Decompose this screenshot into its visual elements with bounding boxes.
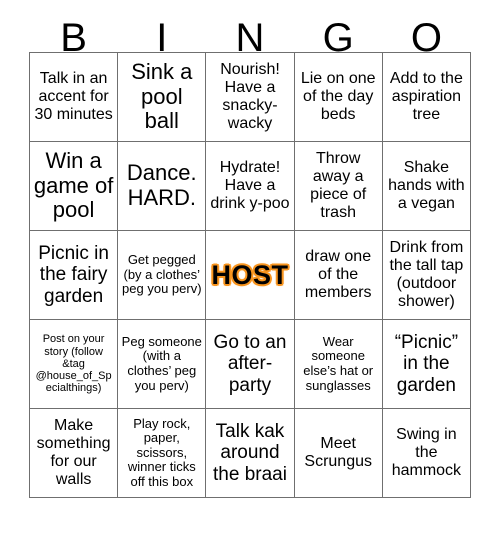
bingo-header-letter-o: O [410,16,442,60]
bingo-cell[interactable]: Lie on one of the day beds [294,53,383,142]
bingo-cell[interactable]: Wear someone else’s hat or sunglasses [294,320,383,409]
bingo-cell[interactable]: Hydrate! Have a drink y-poo [206,142,295,231]
bingo-cell-label: Win a game of pool [33,148,114,223]
bingo-cell[interactable]: Talk in an accent for 30 minutes [30,53,119,142]
bingo-cell[interactable]: Dance. HARD. [118,142,207,231]
bingo-cell[interactable]: draw one of the members [294,231,383,320]
bingo-free-space-cell[interactable]: HOST [206,231,295,320]
bingo-cell-label: Lie on one of the day beds [300,70,376,123]
bingo-cell[interactable]: Win a game of pool [30,142,119,231]
bingo-header: B I N G O [30,0,471,58]
bingo-card: B I N G O Talk in an accent for 30 minut… [0,0,500,544]
bingo-cell-label: Play rock, paper, scissors, winner ticks… [127,415,196,489]
bingo-header-letter-n: N [235,16,265,60]
bingo-cell[interactable]: “Picnic” in the garden [382,320,471,409]
bingo-cell-label: Drink from the tall tap (outdoor shower) [389,239,464,310]
bingo-cell-label: Get pegged (by a clothes’ peg you perv) [122,252,202,297]
bingo-header-letter-b: B [60,16,87,60]
bingo-cell[interactable]: Talk kak around the braai [206,409,295,498]
bingo-cell[interactable]: Sink a pool ball [118,53,207,142]
bingo-cell-label: Peg someone (with a clothes’ peg you per… [121,333,202,393]
bingo-cell[interactable]: Get pegged (by a clothes’ peg you perv) [118,231,207,320]
bingo-cell[interactable]: Meet Scrungus [294,409,383,498]
bingo-cell-label: draw one of the members [304,248,372,301]
bingo-cell-label: Picnic in the fairy garden [38,243,109,307]
bingo-cell-label: Make something for our walls [36,417,111,488]
bingo-header-letter-i: I [156,16,168,60]
bingo-cell-label: Swing in the hammock [391,426,462,479]
bingo-cell-label: Throw away a piece of trash [310,150,367,221]
bingo-grid: Talk in an accent for 30 minutes Sink a p… [29,52,471,498]
bingo-cell-label: Shake hands with a vegan [388,159,465,212]
bingo-cell[interactable]: Post on your story (follow &tag @house_o… [30,320,119,409]
bingo-cell-label: Nourish! Have a snacky-wacky [220,61,280,132]
bingo-cell-label: Post on your story (follow &tag @house_o… [35,333,112,395]
bingo-cell[interactable]: Swing in the hammock [382,409,471,498]
bingo-header-letter-g: G [322,16,354,60]
bingo-cell-label: Go to an after-party [213,332,287,396]
bingo-cell[interactable]: Play rock, paper, scissors, winner ticks… [118,409,207,498]
bingo-cell-label: “Picnic” in the garden [394,332,459,396]
bingo-cell[interactable]: Nourish! Have a snacky-wacky [206,53,295,142]
bingo-cell-label: Wear someone else’s hat or sunglasses [303,333,374,393]
bingo-cell-label: Sink a pool ball [131,59,193,134]
bingo-cell[interactable]: Go to an after-party [206,320,295,409]
bingo-cell-label: Meet Scrungus [304,435,372,470]
bingo-cell[interactable]: Picnic in the fairy garden [30,231,119,320]
bingo-cell[interactable]: Peg someone (with a clothes’ peg you per… [118,320,207,409]
bingo-cell[interactable]: Throw away a piece of trash [294,142,383,231]
bingo-cell-label: Hydrate! Have a drink y-poo [210,159,290,212]
bingo-cell[interactable]: Drink from the tall tap (outdoor shower) [382,231,471,320]
bingo-cell-label: Add to the aspiration tree [389,70,463,123]
bingo-cell[interactable]: Add to the aspiration tree [382,53,471,142]
bingo-cell[interactable]: Make something for our walls [30,409,119,498]
bingo-cell-label: Dance. HARD. [126,160,197,210]
bingo-cell-label: Talk in an accent for 30 minutes [34,70,113,123]
bingo-cell[interactable]: Shake hands with a vegan [382,142,471,231]
bingo-cell-label: Talk kak around the braai [213,421,287,485]
bingo-cell-label: HOST [211,259,289,290]
